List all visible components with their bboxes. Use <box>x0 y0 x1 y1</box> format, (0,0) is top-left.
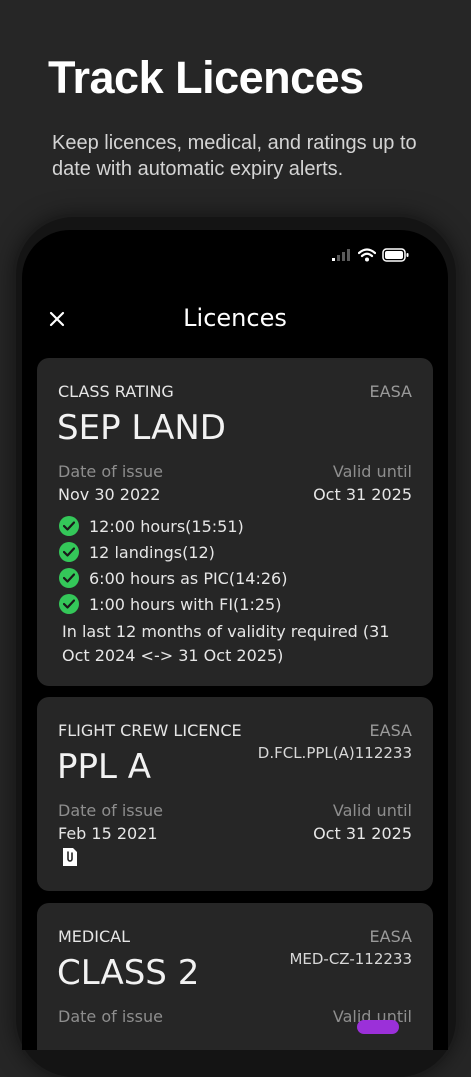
overlay-indicator <box>357 1020 399 1034</box>
requirement-text: 12:00 hours(15:51) <box>89 516 244 536</box>
requirements-list: 12:00 hours(15:51) 12 landings(12) 6:00 … <box>59 513 287 617</box>
issue-date-label: Date of issue <box>58 801 163 820</box>
status-bar <box>332 248 410 262</box>
requirement-text: 12 landings(12) <box>89 542 215 562</box>
requirement-text: 6:00 hours as PIC(14:26) <box>89 568 288 588</box>
licence-type: MEDICAL <box>58 927 130 946</box>
check-circle-icon <box>59 516 79 536</box>
issue-date-label: Date of issue <box>58 1007 163 1026</box>
licence-name: SEP LAND <box>57 408 226 448</box>
issue-date: Feb 15 2021 <box>58 824 158 843</box>
promo-title: Track Licences <box>48 52 364 103</box>
check-circle-icon <box>59 594 79 614</box>
issue-date-label: Date of issue <box>58 462 163 481</box>
licence-name: PPL A <box>57 747 152 787</box>
nav-bar: Licences <box>22 296 448 346</box>
licence-name: CLASS 2 <box>57 953 200 993</box>
requirement-item: 1:00 hours with FI(1:25) <box>59 591 287 617</box>
requirement-item: 6:00 hours as PIC(14:26) <box>59 565 287 591</box>
validity-note: In last 12 months of validity required (… <box>62 622 390 665</box>
check-circle-icon <box>59 568 79 588</box>
promo-subtitle: Keep licences, medical, and ratings up t… <box>52 132 417 180</box>
requirement-item: 12:00 hours(15:51) <box>59 513 287 539</box>
issue-date: Nov 30 2022 <box>58 485 161 504</box>
requirement-item: 12 landings(12) <box>59 539 287 565</box>
licence-number: D.FCL.PPL(A)112233 <box>257 744 412 762</box>
valid-until-label: Valid until <box>332 462 412 481</box>
requirement-text: 1:00 hours with FI(1:25) <box>89 594 282 614</box>
check-circle-icon <box>59 542 79 562</box>
battery-icon <box>382 248 409 262</box>
wifi-icon <box>358 248 376 262</box>
valid-until-date: Oct 31 2025 <box>313 485 412 504</box>
licence-card-flight-crew[interactable]: FLIGHT CREW LICENCE EASA D.FCL.PPL(A)112… <box>37 697 433 891</box>
valid-until-label: Valid until <box>332 801 412 820</box>
attachment-icon[interactable] <box>61 847 79 867</box>
page-title: Licences <box>183 304 287 332</box>
licence-number: MED-CZ-112233 <box>289 950 412 968</box>
licence-card-class-rating[interactable]: CLASS RATING EASA SEP LAND Date of issue… <box>37 358 433 686</box>
valid-until-date: Oct 31 2025 <box>313 824 412 843</box>
licence-authority: EASA <box>369 721 412 740</box>
licence-authority: EASA <box>369 927 412 946</box>
licence-type: FLIGHT CREW LICENCE <box>58 721 242 740</box>
cellular-signal-icon <box>332 249 350 261</box>
licence-type: CLASS RATING <box>58 382 174 401</box>
phone-screen: Licences CLASS RATING EASA SEP LAND Date… <box>22 230 448 1050</box>
licence-authority: EASA <box>369 382 412 401</box>
